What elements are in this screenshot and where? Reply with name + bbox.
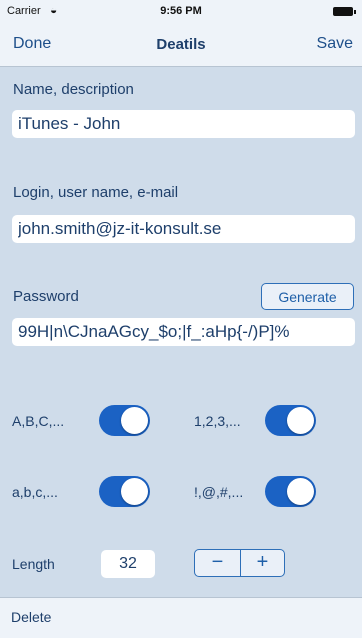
login-label: Login, user name, e-mail [13, 184, 179, 201]
digits-toggle[interactable] [265, 405, 316, 436]
bottom-toolbar: Delete [0, 597, 362, 638]
delete-button[interactable]: Delete [11, 609, 51, 625]
name-label: Name, description [13, 81, 134, 98]
lowercase-toggle[interactable] [99, 476, 150, 507]
password-label: Password [13, 288, 79, 305]
name-field[interactable] [12, 110, 355, 138]
decrement-button[interactable]: − [195, 550, 241, 576]
digits-toggle-label: 1,2,3,... [194, 413, 241, 429]
uppercase-toggle[interactable] [99, 405, 150, 436]
page-title: Deatils [156, 36, 206, 53]
toggle-knob [287, 478, 314, 505]
symbols-toggle[interactable] [265, 476, 316, 507]
toggle-knob [287, 407, 314, 434]
length-label: Length [12, 556, 55, 572]
uppercase-toggle-label: A,B,C,... [12, 413, 65, 429]
increment-button[interactable]: + [240, 550, 284, 576]
toggle-knob [121, 407, 148, 434]
lowercase-toggle-label: a,b,c,... [12, 484, 58, 500]
length-value[interactable]: 32 [101, 550, 155, 578]
save-button[interactable]: Save [317, 35, 353, 53]
toggle-knob [121, 478, 148, 505]
status-bar: Carrier ◒ 9:56 PM [0, 0, 362, 24]
navigation-bar: Done Deatils Save [0, 24, 362, 67]
length-stepper[interactable]: − + [194, 549, 285, 577]
status-time: 9:56 PM [160, 5, 202, 17]
password-field[interactable] [12, 318, 355, 346]
login-field[interactable] [12, 215, 355, 243]
generate-button[interactable]: Generate [261, 283, 354, 310]
battery-icon [333, 7, 356, 16]
symbols-toggle-label: !,@,#,... [194, 484, 244, 500]
